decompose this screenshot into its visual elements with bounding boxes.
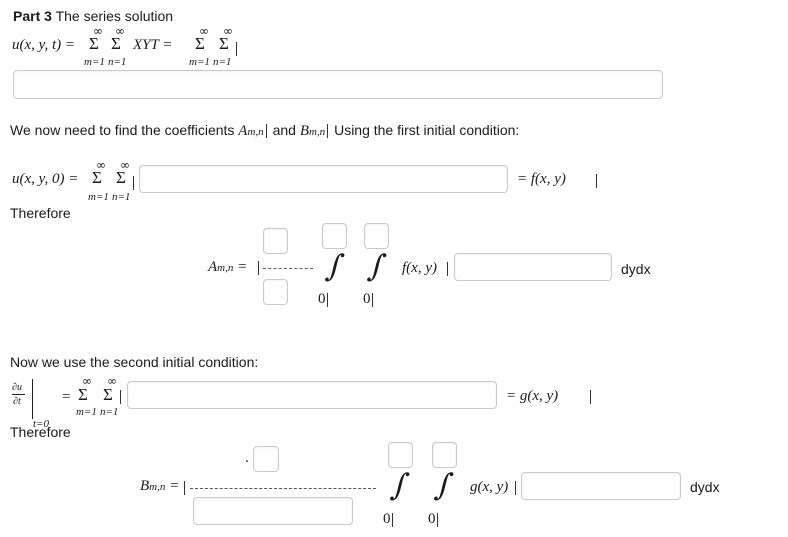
b-upper-limit-2-input[interactable] <box>432 442 457 468</box>
dt-denominator: ∂t <box>13 396 21 407</box>
m-index: m=1 <box>84 56 105 68</box>
a-subscript: m,n <box>217 262 234 274</box>
second-ic-sentence: Now we use the second initial condition: <box>10 354 259 370</box>
cursor-marker <box>392 513 393 527</box>
integral-icon: ∫ <box>432 468 456 503</box>
b-symbol: B <box>140 478 150 494</box>
sigma-symbol: Σ <box>116 168 126 187</box>
therefore-label: Therefore <box>10 424 71 440</box>
cursor-marker <box>372 293 373 307</box>
n-index: n=1 <box>213 56 232 68</box>
m-index: m=1 <box>76 406 97 418</box>
sigma-symbol: Σ <box>78 385 88 404</box>
sigma-symbol: Σ <box>103 385 113 404</box>
a-upper-limit-2-input[interactable] <box>364 223 389 249</box>
a-lower-limit-1: 0 <box>318 291 326 307</box>
n-index: n=1 <box>100 406 119 418</box>
series-lhs: u(x, y, t) = <box>12 37 76 53</box>
g-xy-rhs: = g(x, y) <box>506 388 559 404</box>
dot-mark: . <box>245 450 249 466</box>
cursor-marker <box>590 390 591 404</box>
second-ic-series-input[interactable] <box>127 381 497 409</box>
a-subscript: m,n <box>247 126 264 138</box>
cursor-marker <box>327 293 328 307</box>
cursor-marker <box>596 174 597 188</box>
fraction-bar <box>190 488 376 489</box>
fraction-bar <box>12 394 25 395</box>
a-symbol: A <box>208 259 218 275</box>
b-denominator-input[interactable] <box>193 497 353 525</box>
part-label: Part 3 <box>13 8 52 24</box>
b-numerator-input[interactable] <box>253 446 279 472</box>
coefficients-text: We now need to find the coefficients <box>10 122 235 138</box>
initial-condition-text: Using the first initial condition: <box>334 122 520 138</box>
equals-sign: = <box>169 478 180 494</box>
coefficients-sentence: We now need to find the coefficients Am,… <box>10 122 519 140</box>
and-text: and <box>272 122 296 138</box>
du-numerator: ∂u <box>12 382 22 393</box>
series-solution-input[interactable] <box>13 70 663 99</box>
a-upper-limit-1-input[interactable] <box>322 223 347 249</box>
sigma-symbol: Σ <box>89 34 99 53</box>
cursor-marker <box>133 176 134 190</box>
integral-icon: ∫ <box>323 249 347 284</box>
therefore-label: Therefore <box>10 205 71 221</box>
b-symbol: B <box>299 123 309 139</box>
b-subscript: m,n <box>308 126 326 138</box>
m-index: m=1 <box>88 191 109 203</box>
equals-sign: = <box>237 259 248 275</box>
integral-icon: ∫ <box>388 468 412 503</box>
a-numerator-input[interactable] <box>263 228 288 254</box>
b-mn-label: Bm,n = <box>140 478 179 495</box>
a-dydx-label: dydx <box>621 261 651 277</box>
b-integrand-input[interactable] <box>521 472 681 500</box>
part-heading: Part 3 The series solution <box>13 8 173 24</box>
a-integrand-input[interactable] <box>454 253 612 281</box>
integral-icon: ∫ <box>365 249 389 284</box>
g-xy-integrand: g(x, y) <box>470 479 509 495</box>
cursor-marker <box>120 390 121 404</box>
sigma-symbol: Σ <box>195 34 205 53</box>
cursor-marker <box>327 124 329 139</box>
sigma-symbol: Σ <box>219 34 229 53</box>
a-denominator-input[interactable] <box>263 279 288 305</box>
sigma-symbol: Σ <box>111 34 121 53</box>
cursor-marker <box>437 513 438 527</box>
a-mn-label: Am,n = <box>208 259 247 276</box>
f-xy-rhs: = f(x, y) <box>517 171 566 187</box>
cursor-marker <box>258 261 259 275</box>
n-index: n=1 <box>112 191 131 203</box>
cursor-marker <box>184 481 185 495</box>
cursor-marker <box>447 262 448 276</box>
u-at-zero-lhs: u(x, y, 0) = <box>12 171 79 187</box>
b-lower-limit-2: 0 <box>428 511 436 527</box>
b-subscript: m,n <box>149 481 166 493</box>
product-xyt: XYT = <box>133 37 173 53</box>
cursor-marker <box>515 481 516 495</box>
fraction-bar <box>263 268 313 269</box>
cursor-marker <box>265 124 267 139</box>
sigma-symbol: Σ <box>92 168 102 187</box>
m-index: m=1 <box>189 56 210 68</box>
evaluation-bar <box>32 379 33 419</box>
equals-sign: = <box>62 389 71 405</box>
b-dydx-label: dydx <box>690 479 720 495</box>
cursor-marker <box>236 42 237 56</box>
part-title: The series solution <box>55 8 174 24</box>
a-lower-limit-2: 0 <box>363 291 371 307</box>
b-lower-limit-1: 0 <box>383 511 391 527</box>
b-upper-limit-1-input[interactable] <box>388 442 413 468</box>
f-xy-integrand: f(x, y) <box>402 260 437 276</box>
n-index: n=1 <box>108 56 127 68</box>
first-ic-series-input[interactable] <box>139 165 508 193</box>
